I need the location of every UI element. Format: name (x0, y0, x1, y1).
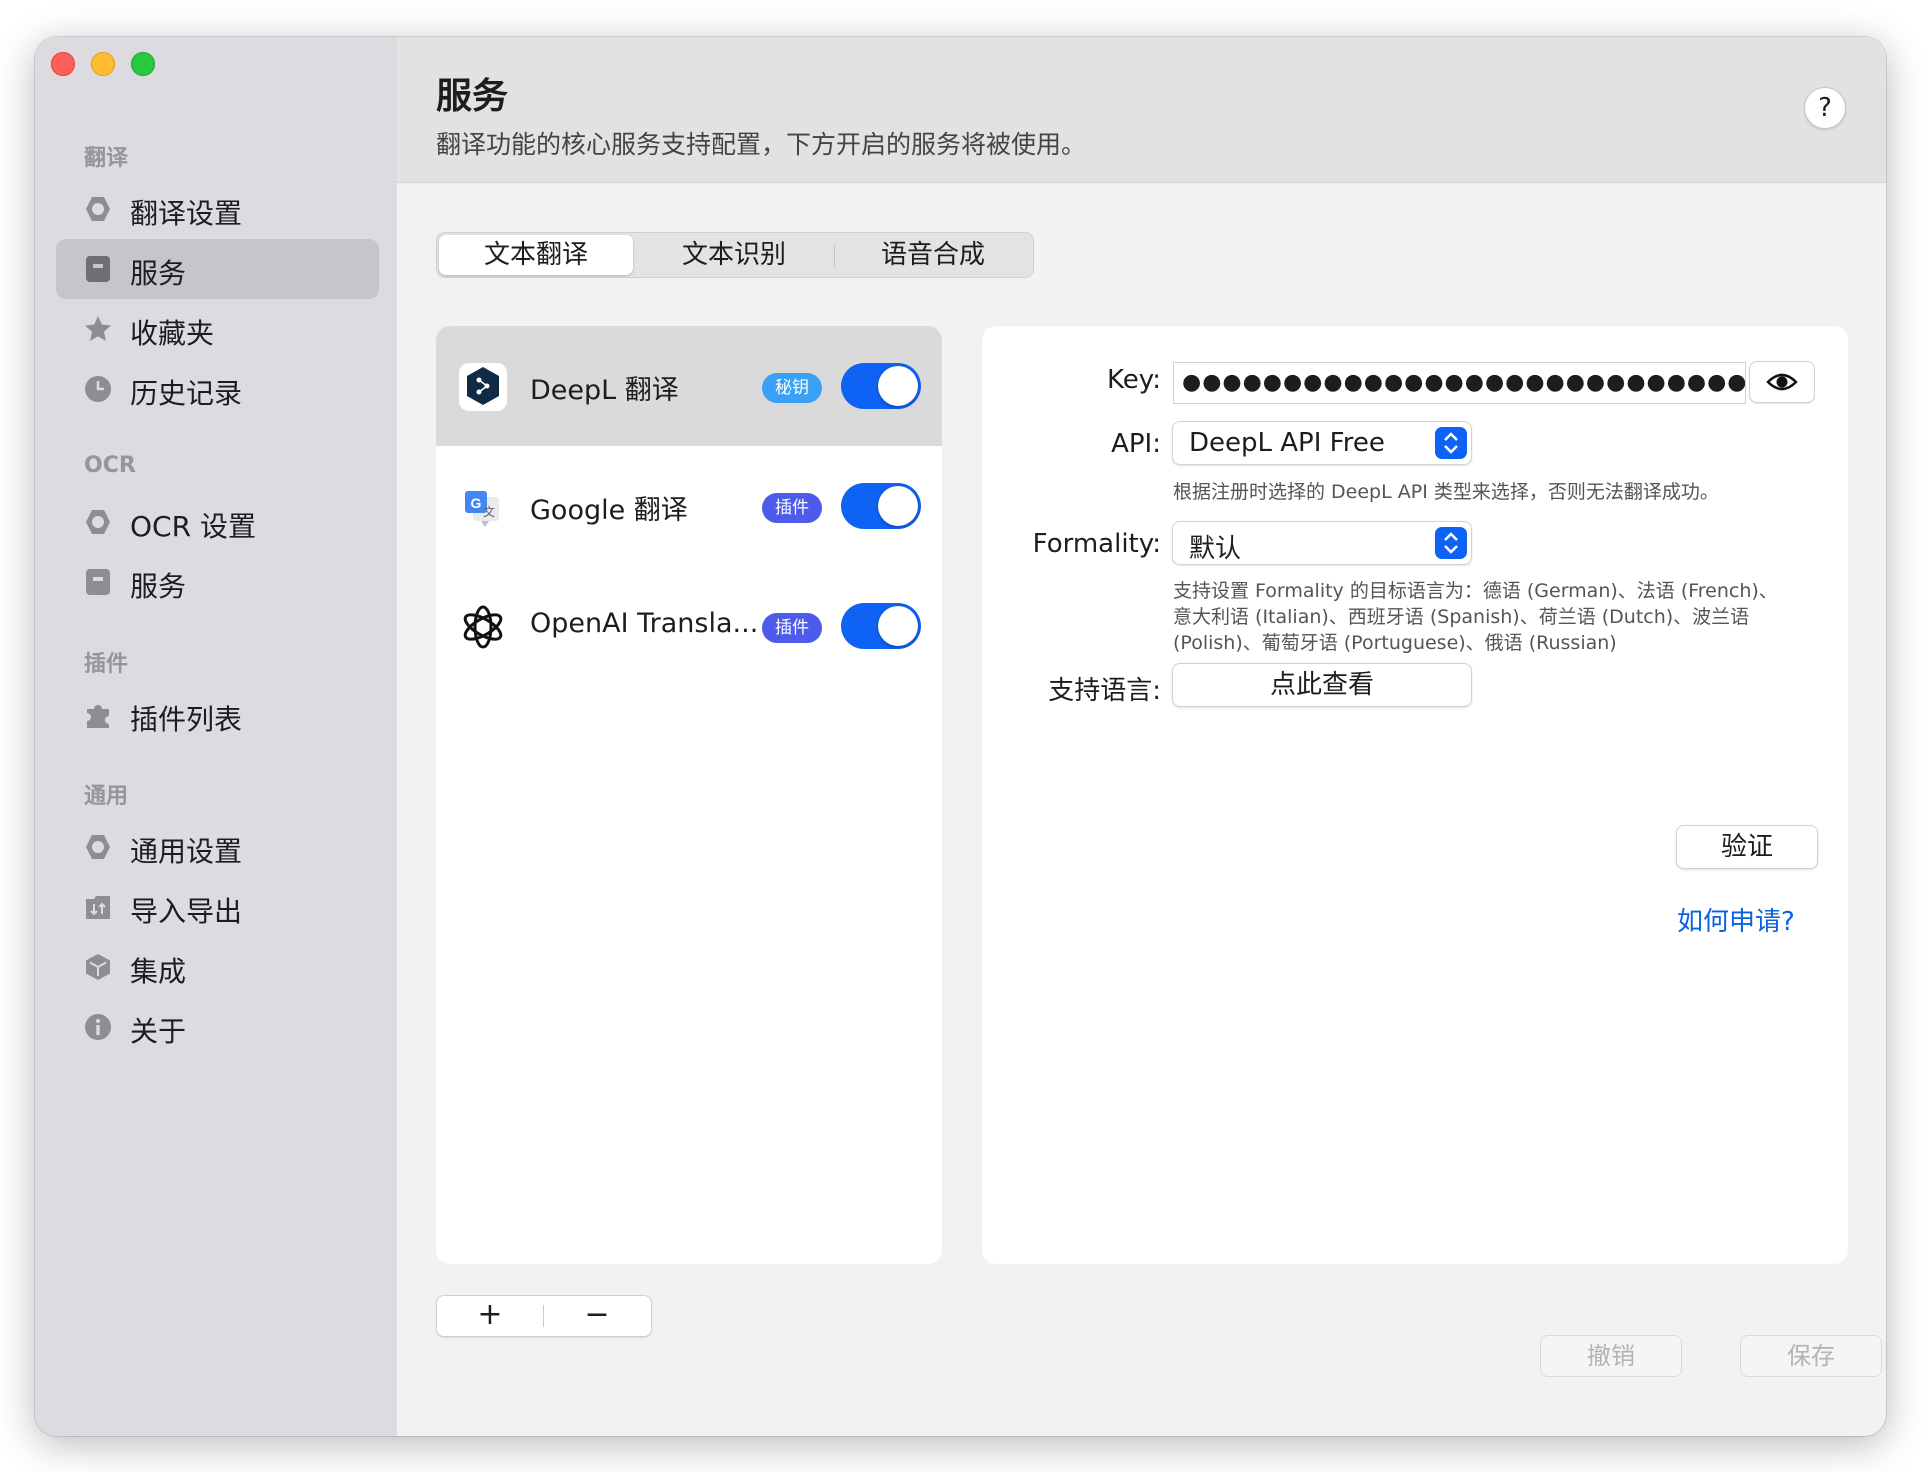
api-hint: 根据注册时选择的 DeepL API 类型来选择，否则无法翻译成功。 (1173, 481, 1719, 503)
service-name: DeepL 翻译 (530, 375, 679, 406)
sidebar-item-label: 通用设置 (130, 835, 243, 868)
app-window: 翻译 翻译设置 服务 收藏夹 历史记录 OCR OCR 设置 服务 插件 插件列… (35, 37, 1886, 1436)
openai-icon (463, 605, 503, 649)
sidebar-item-label: 服务 (130, 257, 187, 290)
chevron-up-down-icon (1435, 527, 1467, 559)
gear-icon (86, 197, 110, 221)
tab-text-recognition[interactable]: 文本识别 (635, 235, 833, 275)
sidebar-item-services[interactable]: 服务 (56, 239, 379, 299)
formality-select-value: 默认 (1189, 534, 1242, 564)
main-content: 服务 翻译功能的核心服务支持配置，下方开启的服务将被使用。 ? 文本翻译 文本识… (397, 37, 1886, 1436)
service-type-tabs: 文本翻译 文本识别 语音合成 (436, 232, 1034, 278)
sidebar-item-label: 集成 (130, 955, 187, 988)
sidebar-item-import-export[interactable]: 导入导出 (56, 877, 379, 937)
import-export-icon (86, 896, 110, 919)
sidebar-item-history[interactable]: 历史记录 (56, 359, 379, 419)
page-subtitle: 翻译功能的核心服务支持配置，下方开启的服务将被使用。 (436, 130, 1087, 159)
service-name: Google 翻译 (530, 495, 688, 526)
sidebar: 翻译 翻译设置 服务 收藏夹 历史记录 OCR OCR 设置 服务 插件 插件列… (35, 37, 397, 1436)
formality-label: Formality: (1032, 529, 1161, 559)
service-toggle-openai[interactable] (841, 603, 921, 649)
gear-icon (86, 510, 110, 534)
formality-hint: 支持设置 Formality 的目标语言为：德语 (German)、法语 (Fr… (1173, 580, 1778, 654)
sidebar-item-favorites[interactable]: 收藏夹 (56, 299, 379, 359)
sidebar-item-integration[interactable]: 集成 (56, 937, 379, 997)
close-window-button[interactable] (51, 52, 75, 76)
add-service-button[interactable]: + (437, 1296, 543, 1336)
sidebar-item-label: OCR 设置 (130, 510, 256, 543)
api-select[interactable]: DeepL API Free (1172, 421, 1472, 465)
chevron-up-down-icon (1435, 427, 1467, 459)
bookmark-icon (86, 569, 110, 595)
sidebar-item-label: 翻译设置 (130, 197, 243, 230)
remove-service-button[interactable]: − (544, 1296, 650, 1336)
formality-select[interactable]: 默认 (1172, 521, 1472, 565)
toggle-knob (878, 486, 918, 526)
save-button[interactable]: 保存 (1740, 1335, 1882, 1377)
page-title: 服务 (436, 76, 509, 117)
puzzle-icon (87, 705, 109, 728)
list-add-remove-control: + − (436, 1295, 652, 1337)
tab-text-translation[interactable]: 文本翻译 (439, 235, 633, 275)
sidebar-item-general-settings[interactable]: 通用设置 (56, 817, 379, 877)
service-badge-plugin: 插件 (762, 493, 822, 523)
service-row-google[interactable]: G 文 Google 翻译 插件 (436, 446, 942, 566)
api-select-value: DeepL API Free (1189, 428, 1385, 458)
service-row-openai[interactable]: OpenAI Transla... 插件 (436, 566, 942, 686)
verify-button[interactable]: 验证 (1676, 825, 1818, 869)
toggle-knob (878, 366, 918, 406)
key-label: Key: (1106, 365, 1161, 395)
sidebar-item-ocr-services[interactable]: 服务 (56, 552, 379, 612)
page-header: 服务 翻译功能的核心服务支持配置，下方开启的服务将被使用。 ? (397, 37, 1886, 183)
service-toggle-google[interactable] (841, 483, 921, 529)
how-to-apply-link[interactable]: 如何申请? (1677, 901, 1795, 938)
view-languages-button[interactable]: 点此查看 (1172, 663, 1472, 707)
eye-icon (1766, 373, 1798, 391)
api-key-input[interactable]: ●●●●●●●●●●●●●●●●●●●●●●●●●●●●●●●●●●●●● (1173, 362, 1746, 404)
cancel-button[interactable]: 撤销 (1540, 1335, 1682, 1377)
service-name: OpenAI Transla... (530, 608, 759, 639)
sidebar-item-label: 收藏夹 (130, 317, 215, 350)
clock-icon (85, 376, 111, 402)
service-badge-key: 秘钥 (762, 373, 822, 403)
service-row-deepl[interactable]: DeepL 翻译 秘钥 (436, 326, 942, 446)
tab-speech-synthesis[interactable]: 语音合成 (835, 235, 1031, 275)
cube-icon (86, 954, 110, 980)
deepl-icon (459, 363, 507, 411)
sidebar-item-plugin-list[interactable]: 插件列表 (56, 685, 379, 745)
sidebar-item-ocr-settings[interactable]: OCR 设置 (56, 492, 379, 552)
svg-text:G: G (471, 495, 482, 511)
sidebar-item-label: 历史记录 (130, 377, 243, 410)
service-list: DeepL 翻译 秘钥 G 文 Google 翻译 插件 OpenAI Tran… (436, 326, 942, 1264)
service-badge-plugin: 插件 (762, 613, 822, 643)
show-key-button[interactable] (1749, 361, 1815, 403)
api-label: API: (1111, 429, 1161, 459)
sidebar-section-title-translate: 翻译 (84, 146, 129, 171)
bookmark-icon (86, 256, 110, 282)
sidebar-section-title-general: 通用 (84, 784, 129, 809)
sidebar-section-title-plugins: 插件 (84, 652, 129, 677)
google-translate-icon: G 文 (465, 491, 499, 527)
star-icon (85, 316, 111, 341)
sidebar-item-label: 关于 (130, 1015, 187, 1048)
help-button[interactable]: ? (1804, 87, 1846, 129)
svg-text:文: 文 (483, 504, 495, 519)
sidebar-item-translate-settings[interactable]: 翻译设置 (56, 179, 379, 239)
service-toggle-deepl[interactable] (841, 363, 921, 409)
sidebar-item-label: 插件列表 (130, 703, 243, 736)
supported-languages-label: 支持语言: (1048, 676, 1161, 706)
zoom-window-button[interactable] (131, 52, 155, 76)
toggle-knob (878, 606, 918, 646)
minimize-window-button[interactable] (91, 52, 115, 76)
info-icon (85, 1014, 111, 1040)
sidebar-item-label: 导入导出 (130, 895, 243, 928)
gear-icon (86, 835, 110, 859)
sidebar-item-label: 服务 (130, 570, 187, 603)
sidebar-section-title-ocr: OCR (84, 453, 136, 478)
sidebar-item-about[interactable]: 关于 (56, 997, 379, 1057)
service-detail-panel: Key: ●●●●●●●●●●●●●●●●●●●●●●●●●●●●●●●●●●●… (982, 326, 1848, 1264)
